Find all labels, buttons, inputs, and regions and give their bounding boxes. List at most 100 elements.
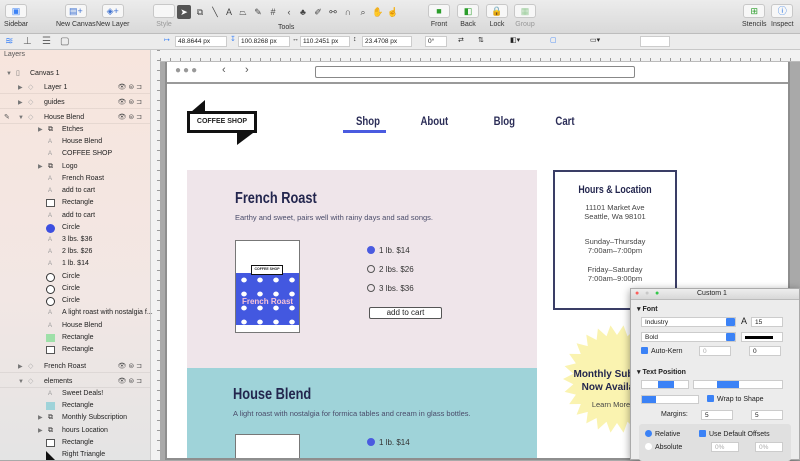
- layer-row[interactable]: Rectangle: [0, 344, 150, 356]
- layer-row[interactable]: Circle: [0, 222, 150, 234]
- canvas-tab-icon[interactable]: ⊥: [23, 36, 32, 47]
- new-canvas-button[interactable]: ▤+ New Canvas: [56, 4, 96, 28]
- offset-x-field[interactable]: 0%: [711, 442, 739, 452]
- browse-tool-icon[interactable]: ☝: [386, 5, 400, 19]
- option-3lbs[interactable]: 3 lbs. $36: [367, 284, 414, 293]
- visibility-print-lock-icons[interactable]: 👁 ⊜ ⊐: [117, 112, 142, 124]
- layer-row[interactable]: A 1 lb. $14: [0, 258, 150, 270]
- layer-row[interactable]: ▼ ◇ 👁 ⊜ ⊐ House Blend ✎: [0, 112, 150, 124]
- disclosure-closed-icon[interactable]: ▶: [18, 82, 23, 94]
- disclosure-open-icon[interactable]: ▼: [18, 112, 24, 124]
- option-1lb[interactable]: 1 lb. $14: [367, 438, 410, 447]
- flip-vertical-icon[interactable]: ⇅: [478, 36, 484, 44]
- margin-left-field[interactable]: 5: [701, 410, 733, 420]
- option-2lbs[interactable]: 2 lbs. $26: [367, 265, 414, 274]
- pen-tool-icon[interactable]: ✎: [251, 5, 265, 19]
- sidebar-button[interactable]: ▣ Sidebar: [4, 4, 28, 28]
- width-field[interactable]: 110.2451 px: [300, 36, 350, 47]
- layer-row[interactable]: Circle: [0, 271, 150, 283]
- font-weight-select[interactable]: Bold: [641, 332, 736, 342]
- layer-row[interactable]: A 2 lbs. $26: [0, 246, 150, 258]
- auto-kern-checkbox[interactable]: Auto-Kern: [641, 347, 683, 355]
- shadow-dropdown-icon[interactable]: ◧▾: [510, 36, 520, 44]
- hand-tool-icon[interactable]: ✋: [371, 5, 385, 19]
- layer-row[interactable]: ▶ ◇ 👁 ⊜ ⊐ French Roast: [0, 361, 150, 373]
- font-size-field[interactable]: 15: [751, 317, 783, 327]
- disclosure-open-icon[interactable]: ▼: [18, 376, 24, 388]
- layer-row[interactable]: A COFFEE SHOP: [0, 148, 150, 160]
- disclosure-open-icon[interactable]: ▼: [6, 68, 12, 80]
- zoom-tool-icon[interactable]: ⌕: [356, 5, 370, 19]
- document-tab-icon[interactable]: ▢: [60, 36, 69, 47]
- layer-row[interactable]: ▶ ⧉ Monthly Subscription: [0, 412, 150, 424]
- grid-tool-icon[interactable]: #: [266, 5, 280, 19]
- visibility-print-lock-icons[interactable]: 👁 ⊜ ⊐: [117, 361, 142, 373]
- layer-row[interactable]: Rectangle: [0, 400, 150, 412]
- absolute-radio[interactable]: Absolute: [645, 443, 682, 451]
- disclosure-closed-icon[interactable]: ▶: [38, 412, 43, 424]
- layer-row[interactable]: Rectangle: [0, 197, 150, 209]
- front-button[interactable]: ■ Front: [428, 4, 450, 28]
- layer-row[interactable]: A A light roast with nostalgia f...: [0, 307, 153, 319]
- use-default-offsets-checkbox[interactable]: Use Default Offsets: [699, 430, 770, 438]
- group-button[interactable]: ▦ Group: [514, 4, 536, 28]
- margin-right-field[interactable]: 5: [751, 410, 783, 420]
- x-field[interactable]: 48.8644 px: [175, 36, 227, 47]
- font-section-header[interactable]: ▾ Font: [637, 305, 658, 313]
- layer-row[interactable]: ▶ ⧉ Logo: [0, 161, 150, 173]
- relative-radio[interactable]: Relative: [645, 430, 680, 438]
- nav-about[interactable]: About: [420, 114, 448, 128]
- nav-shop[interactable]: Shop: [356, 114, 380, 128]
- y-field[interactable]: 100.8268 px: [238, 36, 290, 47]
- layer-row[interactable]: ▶ ◇ 👁 ⊜ ⊐ guides: [0, 97, 150, 109]
- stencils-button[interactable]: ⊞ Stencils: [742, 4, 767, 28]
- layer-row[interactable]: A House Blend: [0, 320, 150, 332]
- layer-row[interactable]: A French Roast: [0, 173, 150, 185]
- close-icon[interactable]: ●: [635, 290, 639, 297]
- pointer-tool-icon[interactable]: ➤: [177, 5, 191, 19]
- layer-row[interactable]: Rectangle: [0, 437, 150, 449]
- disclosure-closed-icon[interactable]: ▶: [38, 124, 43, 136]
- disclosure-closed-icon[interactable]: ▶: [38, 425, 43, 437]
- shape-tool-icon[interactable]: ⏢: [236, 5, 250, 19]
- layers-tab-icon[interactable]: ≋: [5, 36, 13, 47]
- new-layer-button[interactable]: ◈+ New Layer: [96, 4, 129, 28]
- layer-row[interactable]: ▼ ◇ 👁 ⊜ ⊐ elements: [0, 376, 150, 388]
- text-placement-control[interactable]: [641, 395, 699, 404]
- layer-row[interactable]: Aadd to cart: [0, 185, 150, 197]
- line-tool-icon[interactable]: ╲: [208, 5, 222, 19]
- layer-row[interactable]: ▼ ▯ Canvas 1: [0, 68, 150, 80]
- inspect-button[interactable]: ⓘ Inspect: [771, 4, 794, 28]
- layer-row[interactable]: ▶ ◇ 👁 ⊜ ⊐ Layer 1: [0, 82, 150, 94]
- height-field[interactable]: 23.4708 px: [362, 36, 412, 47]
- layer-row[interactable]: Circle: [0, 283, 150, 295]
- layer-row[interactable]: A House Blend: [0, 136, 150, 148]
- offset-y-field[interactable]: 0%: [755, 442, 783, 452]
- add-to-cart-button[interactable]: add to cart: [369, 307, 442, 319]
- disclosure-closed-icon[interactable]: ▶: [18, 97, 23, 109]
- horizontal-align-control[interactable]: [693, 380, 783, 389]
- empty-field[interactable]: [640, 36, 670, 47]
- magnet-tool-icon[interactable]: ∩: [341, 5, 355, 19]
- layer-row[interactable]: ▶ ⧉ hours Location: [0, 425, 150, 437]
- back-button[interactable]: ◧ Back: [457, 4, 479, 28]
- baseline-field[interactable]: 0: [749, 346, 781, 356]
- layer-row[interactable]: Rectangle: [0, 332, 150, 344]
- rotation-field[interactable]: 0°: [425, 36, 447, 47]
- diagram-tool-icon[interactable]: ♣: [296, 5, 310, 19]
- style-brush-icon[interactable]: ✐: [311, 5, 325, 19]
- nav-blog[interactable]: Blog: [494, 114, 515, 128]
- zoom-icon[interactable]: ●: [655, 290, 659, 297]
- visibility-print-lock-icons[interactable]: 👁 ⊜ ⊐: [117, 97, 142, 109]
- vertical-align-control[interactable]: [641, 380, 689, 389]
- option-1lb[interactable]: 1 lb. $14: [367, 246, 410, 255]
- disclosure-closed-icon[interactable]: ▶: [38, 161, 43, 173]
- text-color-well[interactable]: [741, 332, 783, 342]
- disclosure-closed-icon[interactable]: ▶: [18, 361, 23, 373]
- visibility-print-lock-icons[interactable]: 👁 ⊜ ⊐: [117, 82, 142, 94]
- nav-cart[interactable]: Cart: [555, 114, 574, 128]
- fill-dropdown-icon[interactable]: ▭▾: [590, 36, 600, 44]
- visibility-print-lock-icons[interactable]: 👁 ⊜ ⊐: [117, 376, 142, 388]
- lock-button[interactable]: 🔒 Lock: [486, 4, 508, 28]
- layer-row[interactable]: Circle: [0, 295, 150, 307]
